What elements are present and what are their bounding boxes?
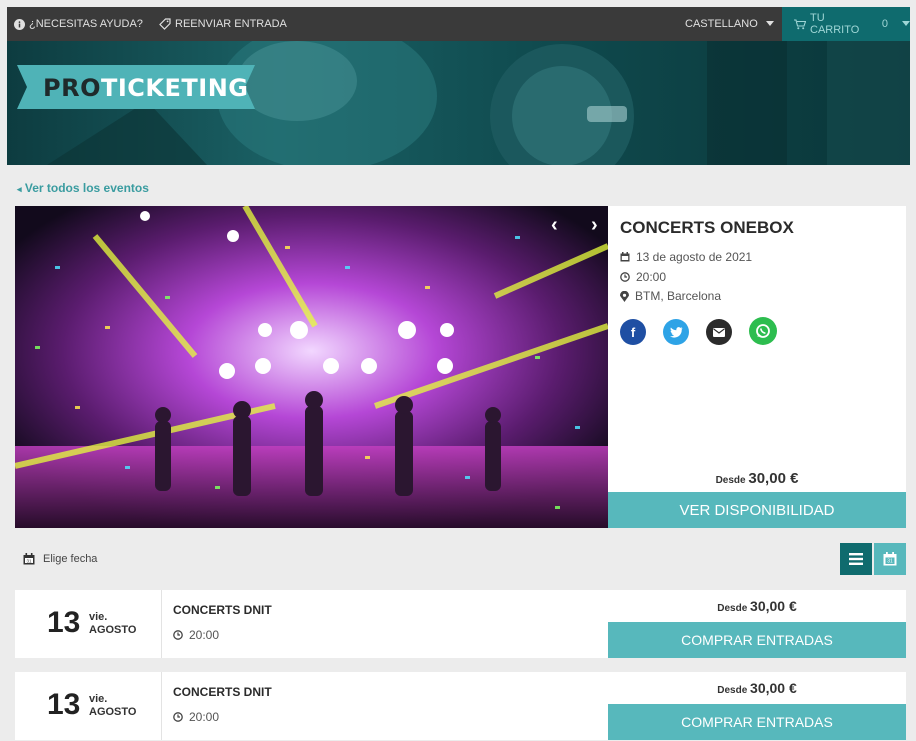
twitter-share-icon[interactable]	[663, 319, 689, 345]
session-date: 13 vie. AGOSTO	[15, 590, 162, 658]
session-price: Desde 30,00 €	[608, 598, 906, 614]
language-selector[interactable]: CASTELLANO	[685, 7, 774, 41]
event-venue: BTM, Barcelona	[635, 289, 722, 303]
event-price: Desde 30,00 €	[608, 470, 906, 487]
session-month: AGOSTO	[89, 706, 137, 718]
event-info-panel: CONCERTS ONEBOX 13 de agosto de 2021 20:…	[608, 206, 906, 528]
session-name: CONCERTS DNIT	[173, 603, 272, 617]
cart-count: 0	[881, 18, 888, 30]
email-share-icon[interactable]	[706, 319, 732, 345]
clock-icon	[173, 630, 183, 640]
cart-button[interactable]: TU CARRITO 0	[782, 7, 910, 41]
proticketing-logo[interactable]: PROTICKETING	[43, 74, 248, 102]
session-time: 20:00	[189, 628, 220, 642]
list-view-button[interactable]	[840, 543, 872, 575]
price-value: 30,00 €	[748, 470, 799, 487]
calendar-icon	[620, 252, 630, 262]
back-link-label: Ver todos los eventos	[24, 181, 149, 195]
language-label: CASTELLANO	[685, 18, 758, 30]
previous-image-arrow-icon[interactable]: ‹	[551, 214, 558, 237]
session-month: AGOSTO	[89, 624, 137, 636]
session-time-row: 20:00	[173, 628, 219, 642]
buy-tickets-button[interactable]: COMPRAR ENTRADAS	[608, 622, 906, 658]
buy-tickets-button[interactable]: COMPRAR ENTRADAS	[608, 704, 906, 740]
view-availability-button[interactable]: VER DISPONIBILIDAD	[608, 492, 906, 528]
event-time-row: 20:00	[620, 270, 666, 284]
resend-label: REENVIAR ENTRADA	[175, 18, 287, 30]
back-to-events-link[interactable]: ◂ Ver todos los eventos	[17, 181, 149, 195]
cart-icon	[794, 18, 806, 30]
list-icon	[849, 553, 863, 565]
chevron-left-icon: ◂	[17, 184, 22, 194]
tag-icon	[159, 18, 171, 30]
session-time-row: 20:00	[173, 710, 219, 724]
from-label: Desde	[717, 685, 748, 696]
header-banner: PROTICKETING	[7, 41, 910, 165]
next-image-arrow-icon[interactable]: ›	[591, 214, 598, 237]
clock-icon	[620, 272, 630, 282]
session-name: CONCERTS DNIT	[173, 685, 272, 699]
logo-ticketing-text: TICKETING	[100, 74, 249, 102]
price-value: 30,00 €	[750, 598, 797, 614]
event-image: ‹ ›	[15, 206, 608, 528]
event-date: 13 de agosto de 2021	[636, 250, 753, 264]
calendar-view-button[interactable]: 31	[874, 543, 906, 575]
choose-date-label[interactable]: Elige fecha	[43, 553, 97, 565]
svg-text:31: 31	[887, 559, 893, 565]
help-label: ¿NECESITAS AYUDA?	[29, 18, 143, 30]
calendar-icon: 31	[883, 552, 897, 566]
top-bar: ¿NECESITAS AYUDA? REENVIAR ENTRADA CASTE…	[7, 7, 910, 41]
caret-down-icon	[902, 21, 910, 27]
price-value: 30,00 €	[750, 680, 797, 696]
resend-ticket-link[interactable]: REENVIAR ENTRADA	[159, 7, 287, 41]
concert-photo	[15, 206, 608, 528]
cart-label: TU CARRITO	[810, 12, 860, 36]
facebook-share-icon[interactable]: f	[620, 319, 646, 345]
session-row: 13 vie. AGOSTO CONCERTS DNIT 20:00 Desde…	[15, 590, 906, 658]
logo-pro-text: PRO	[43, 74, 101, 102]
session-price: Desde 30,00 €	[608, 680, 906, 696]
session-weekday: vie.	[89, 611, 108, 623]
clock-icon	[173, 712, 183, 722]
info-circle-icon	[14, 18, 25, 30]
map-pin-icon	[620, 290, 629, 302]
session-row: 13 vie. AGOSTO CONCERTS DNIT 20:00 Desde…	[15, 672, 906, 740]
event-title: CONCERTS ONEBOX	[620, 218, 794, 237]
session-time: 20:00	[189, 710, 220, 724]
calendar-icon: 31	[23, 552, 35, 565]
event-time: 20:00	[636, 270, 667, 284]
event-venue-row: BTM, Barcelona	[620, 289, 721, 303]
from-label: Desde	[715, 475, 746, 486]
view-toggle: 31	[840, 543, 906, 575]
whatsapp-share-icon[interactable]	[749, 317, 777, 345]
session-weekday: vie.	[89, 693, 108, 705]
session-day: 13	[47, 688, 81, 721]
date-picker-bar: 31 Elige fecha 31	[15, 539, 906, 578]
svg-text:31: 31	[26, 558, 32, 563]
help-link[interactable]: ¿NECESITAS AYUDA?	[14, 7, 143, 41]
caret-down-icon	[765, 21, 774, 27]
session-date: 13 vie. AGOSTO	[15, 672, 162, 740]
session-day: 13	[47, 606, 81, 639]
from-label: Desde	[717, 603, 748, 614]
event-date-row: 13 de agosto de 2021	[620, 250, 752, 264]
